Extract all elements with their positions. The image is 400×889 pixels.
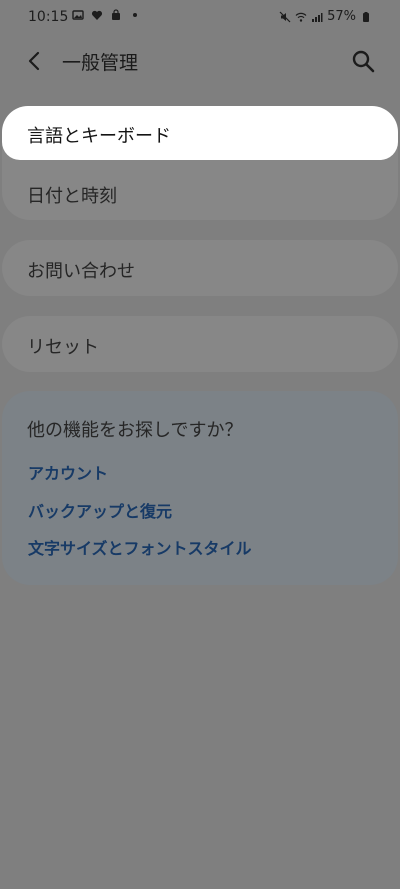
looking-for-title: 他の機能をお探しですか？ [27, 420, 243, 441]
battery-icon [363, 11, 369, 22]
settings-group-language-date: 言語とキーボード 日付と時刻 [2, 106, 398, 220]
status-bar: 10:15 57% [0, 0, 400, 36]
system-icons: 57% [279, 9, 372, 24]
setting-contact-us[interactable]: お問い合わせ [2, 240, 398, 296]
search-icon[interactable] [350, 48, 376, 74]
link-backup-restore[interactable]: バックアップと復元 [28, 498, 172, 522]
status-time: 10:15 [28, 9, 69, 25]
setting-label: リセット [27, 337, 99, 358]
signal-icon [312, 12, 323, 22]
battery-percent: 57% [327, 9, 356, 24]
link-font-size-style[interactable]: 文字サイズとフォントスタイル [28, 535, 252, 559]
setting-language-keyboard[interactable]: 言語とキーボード [2, 106, 398, 160]
setting-label: お問い合わせ [27, 261, 135, 282]
notification-icons [72, 9, 141, 21]
gallery-icon [72, 10, 84, 20]
wifi-icon [295, 12, 307, 22]
heart-icon [91, 10, 103, 20]
mute-icon [279, 11, 291, 22]
back-arrow-icon[interactable] [22, 48, 48, 74]
app-header: 一般管理 [0, 36, 400, 86]
page-title: 一般管理 [62, 52, 139, 74]
more-notifications-dot-icon [133, 13, 137, 17]
setting-label: 日付と時刻 [27, 186, 117, 207]
setting-label: 言語とキーボード [27, 126, 171, 147]
shopping-bag-icon [112, 9, 120, 20]
link-account[interactable]: アカウント [28, 460, 108, 484]
setting-reset[interactable]: リセット [2, 316, 398, 372]
looking-for-something-else-card: 他の機能をお探しですか？ アカウント バックアップと復元 文字サイズとフォントス… [2, 391, 398, 585]
